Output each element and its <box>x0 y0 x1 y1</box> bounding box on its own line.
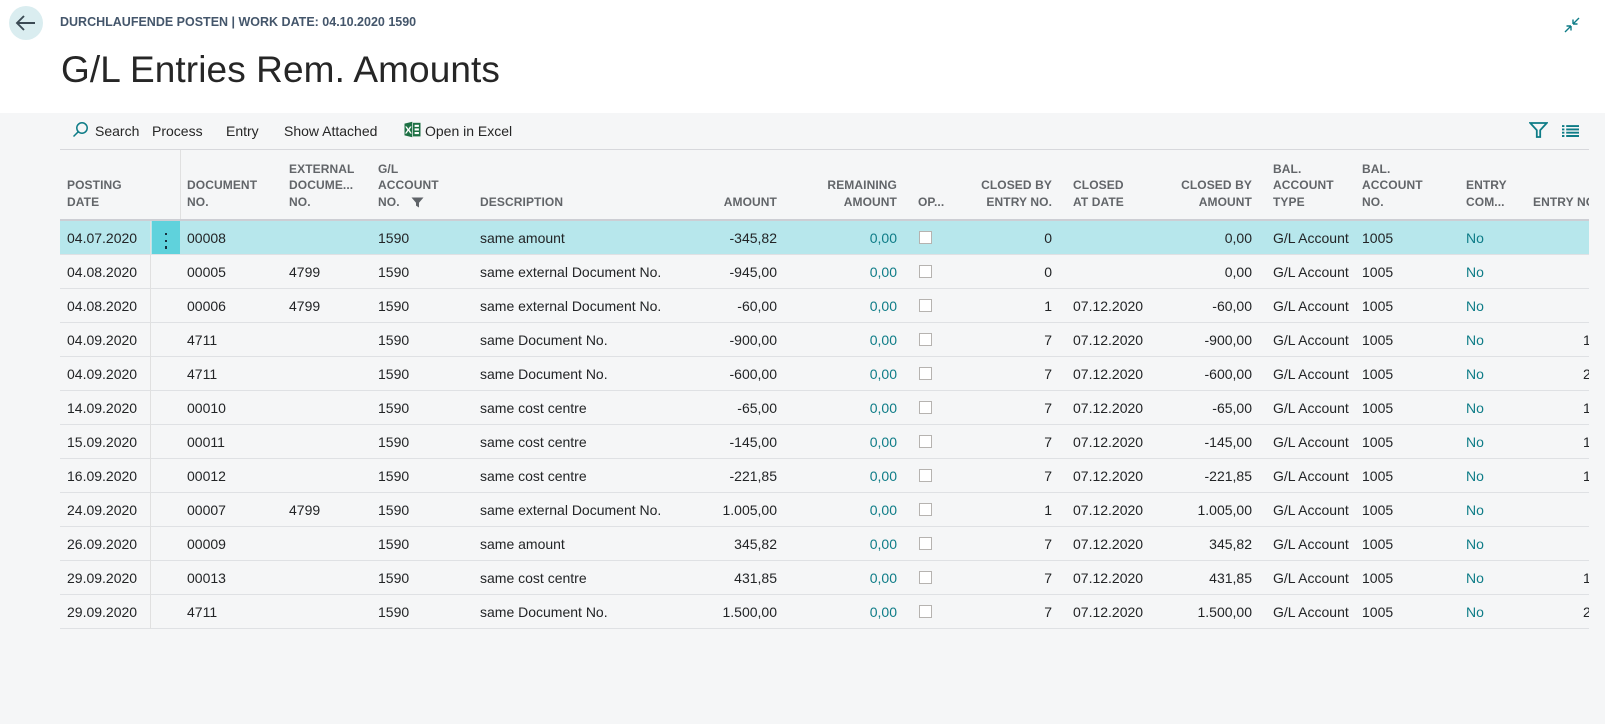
svg-text:X: X <box>405 124 412 136</box>
